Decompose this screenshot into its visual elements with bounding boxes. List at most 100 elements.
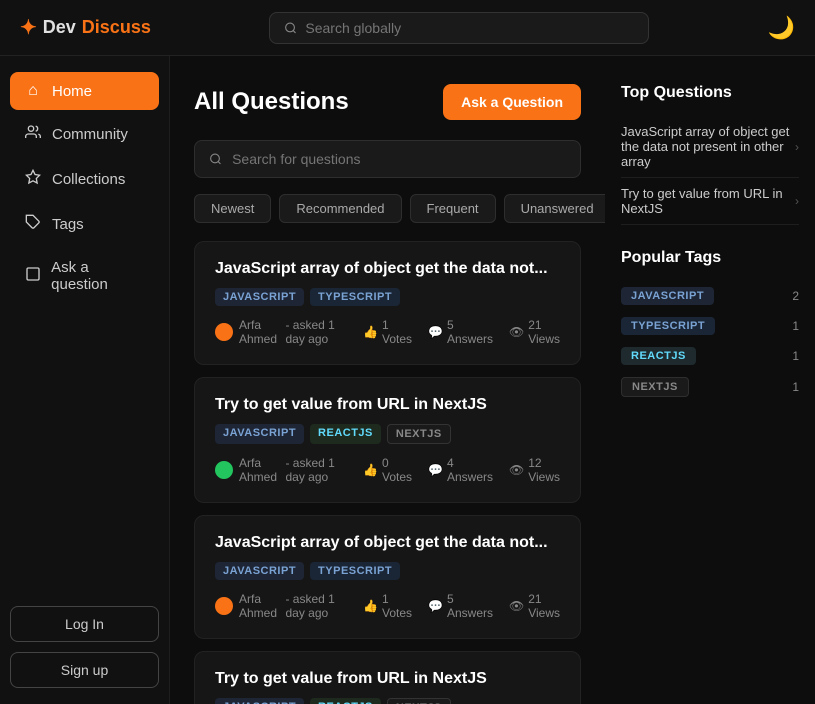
question-card[interactable]: Try to get value from URL in NextJS JAVA… (194, 651, 581, 704)
sidebar-item-home[interactable]: ⌂ Home (10, 72, 159, 110)
tag-typescript[interactable]: TYPESCRIPT (310, 562, 400, 580)
answers-stat: 💬 4 Answers (428, 456, 493, 484)
logo[interactable]: ✦ Dev Discuss (20, 15, 151, 40)
question-tags: JAVASCRIPT REACTJS NEXTJS (215, 698, 560, 704)
questions-search-input[interactable] (232, 151, 566, 167)
tag-count: 1 (792, 319, 799, 333)
tag-javascript[interactable]: JAVASCRIPT (215, 288, 304, 306)
search-icon (209, 152, 222, 166)
question-card[interactable]: JavaScript array of object get the data … (194, 241, 581, 365)
theme-toggle-icon[interactable]: 🌙 (768, 15, 795, 41)
views-icon: 👁 (509, 463, 524, 477)
thumbs-up-icon: 👍 (363, 325, 378, 339)
author-name: Arfa Ahmed (239, 592, 279, 620)
tag-javascript[interactable]: JAVASCRIPT (215, 424, 304, 444)
popular-tag-nextjs[interactable]: NEXTJS (621, 377, 689, 397)
logo-icon: ✦ (20, 15, 37, 40)
popular-tag-row: REACTJS 1 (621, 341, 799, 371)
votes-count: 1 Votes (382, 318, 412, 346)
sidebar-item-collections[interactable]: Collections (10, 159, 159, 200)
sidebar-label-community: Community (52, 126, 128, 143)
question-tags: JAVASCRIPT TYPESCRIPT (215, 562, 560, 580)
popular-tag-typescript[interactable]: TYPESCRIPT (621, 317, 715, 335)
question-meta: Arfa Ahmed - asked 1 day ago 👍 0 Votes 💬… (215, 456, 560, 484)
tags-icon (24, 214, 42, 235)
question-author: Arfa Ahmed - asked 1 day ago (215, 456, 347, 484)
header: ✦ Dev Discuss 🌙 (0, 0, 815, 56)
question-card[interactable]: Try to get value from URL in NextJS JAVA… (194, 377, 581, 503)
votes-count: 0 Votes (382, 456, 412, 484)
ask-question-button[interactable]: Ask a Question (443, 84, 581, 120)
layout: ⌂ Home Community Collections (0, 56, 815, 704)
question-time: - asked 1 day ago (285, 456, 347, 484)
question-time: - asked 1 day ago (285, 592, 347, 620)
thumbs-up-icon: 👍 (363, 463, 378, 477)
top-question-text: JavaScript array of object get the data … (621, 124, 795, 169)
global-search[interactable] (269, 12, 649, 44)
header-right: 🌙 (768, 15, 795, 41)
popular-tags-title: Popular Tags (621, 249, 799, 267)
filter-frequent[interactable]: Frequent (410, 194, 496, 223)
global-search-input[interactable] (305, 20, 634, 36)
answers-stat: 💬 5 Answers (428, 318, 493, 346)
avatar (215, 461, 233, 479)
answers-icon: 💬 (428, 463, 443, 477)
sidebar-item-ask[interactable]: Ask a question (10, 249, 159, 303)
answers-count: 4 Answers (447, 456, 493, 484)
main-content: All Questions Ask a Question Newest Reco… (170, 56, 605, 704)
question-meta: Arfa Ahmed - asked 1 day ago 👍 1 Votes 💬… (215, 592, 560, 620)
views-count: 21 Views (528, 592, 560, 620)
popular-tag-row: NEXTJS 1 (621, 371, 799, 403)
sidebar: ⌂ Home Community Collections (0, 56, 170, 704)
tag-count: 1 (792, 349, 799, 363)
page-title: All Questions (194, 88, 349, 116)
answers-count: 5 Answers (447, 318, 493, 346)
right-sidebar: Top Questions JavaScript array of object… (605, 56, 815, 704)
popular-tags-section: Popular Tags JAVASCRIPT 2 TYPESCRIPT 1 R… (621, 249, 799, 403)
home-icon: ⌂ (24, 82, 42, 100)
filter-newest[interactable]: Newest (194, 194, 271, 223)
filter-recommended[interactable]: Recommended (279, 194, 401, 223)
views-icon: 👁 (509, 325, 524, 339)
logo-dev: Dev (43, 17, 76, 38)
login-button[interactable]: Log In (10, 606, 159, 642)
tag-nextjs[interactable]: NEXTJS (387, 698, 451, 704)
question-author: Arfa Ahmed - asked 1 day ago (215, 592, 347, 620)
votes-count: 1 Votes (382, 592, 412, 620)
popular-tag-javascript[interactable]: JAVASCRIPT (621, 287, 714, 305)
sidebar-label-home: Home (52, 83, 92, 100)
question-tags: JAVASCRIPT TYPESCRIPT (215, 288, 560, 306)
sidebar-item-tags[interactable]: Tags (10, 204, 159, 245)
views-count: 21 Views (528, 318, 560, 346)
views-icon: 👁 (509, 599, 524, 613)
tag-count: 2 (792, 289, 799, 303)
community-icon (24, 124, 42, 145)
author-name: Arfa Ahmed (239, 318, 279, 346)
top-question-2[interactable]: Try to get value from URL in NextJS › (621, 178, 799, 225)
views-stat: 👁 21 Views (509, 592, 560, 620)
signup-button[interactable]: Sign up (10, 652, 159, 688)
sidebar-item-community[interactable]: Community (10, 114, 159, 155)
questions-search[interactable] (194, 140, 581, 178)
avatar (215, 597, 233, 615)
tag-typescript[interactable]: TYPESCRIPT (310, 288, 400, 306)
tag-reactjs[interactable]: REACTJS (310, 424, 381, 444)
question-title: Try to get value from URL in NextJS (215, 670, 560, 688)
answers-count: 5 Answers (447, 592, 493, 620)
question-author: Arfa Ahmed - asked 1 day ago (215, 318, 347, 346)
avatar (215, 323, 233, 341)
tag-javascript[interactable]: JAVASCRIPT (215, 698, 304, 704)
logo-discuss: Discuss (82, 17, 151, 38)
filter-tabs: Newest Recommended Frequent Unanswered (194, 194, 581, 223)
question-card[interactable]: JavaScript array of object get the data … (194, 515, 581, 639)
tag-reactjs[interactable]: REACTJS (310, 698, 381, 704)
tag-javascript[interactable]: JAVASCRIPT (215, 562, 304, 580)
top-question-1[interactable]: JavaScript array of object get the data … (621, 116, 799, 178)
views-count: 12 Views (528, 456, 560, 484)
views-stat: 👁 21 Views (509, 318, 560, 346)
tag-nextjs[interactable]: NEXTJS (387, 424, 451, 444)
question-time: - asked 1 day ago (285, 318, 347, 346)
main-header: All Questions Ask a Question (194, 84, 581, 120)
popular-tag-reactjs[interactable]: REACTJS (621, 347, 696, 365)
filter-unanswered[interactable]: Unanswered (504, 194, 605, 223)
